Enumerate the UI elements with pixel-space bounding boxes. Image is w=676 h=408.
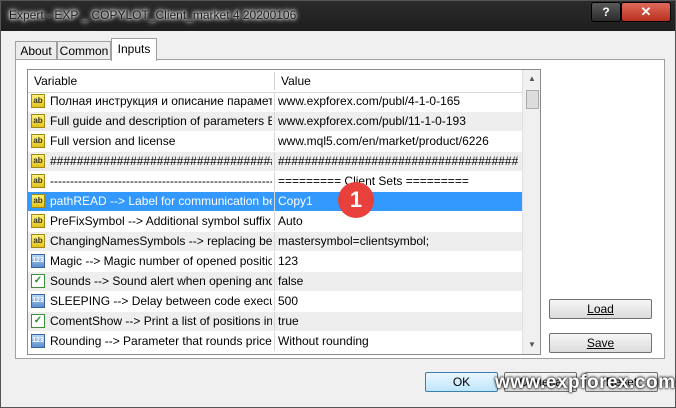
close-button[interactable]: ✕: [621, 2, 671, 22]
table-row[interactable]: 123 Magic --> Magic number of opened posi…: [28, 252, 522, 272]
cell-divider: [274, 272, 275, 291]
string-type-icon: ab: [31, 234, 45, 248]
string-type-icon: ab: [31, 134, 45, 148]
string-type-icon: ab: [31, 214, 45, 228]
cell-divider: [274, 92, 275, 111]
value-cell[interactable]: ######################################: [278, 152, 518, 171]
table-row[interactable]: ✓ Sounds --> Sound alert when opening and…: [28, 272, 522, 292]
column-header-value[interactable]: Value: [275, 70, 522, 92]
load-label: Load: [587, 302, 614, 316]
cell-divider: [274, 232, 275, 251]
variable-cell: PreFixSymbol --> Additional symbol suffi…: [50, 214, 271, 228]
vertical-scrollbar[interactable]: ▲ ▼: [522, 70, 540, 354]
cell-divider: [274, 312, 275, 331]
value-cell[interactable]: www.mql5.com/en/market/product/6226: [278, 132, 518, 151]
cell-divider: [274, 292, 275, 311]
value-cell[interactable]: ========= Client Sets =========: [278, 172, 518, 191]
tab-common[interactable]: Common: [57, 41, 111, 60]
table-row[interactable]: ab ChangingNamesSymbols --> replacing bet…: [28, 232, 522, 252]
string-type-icon: ab: [31, 194, 45, 208]
value-cell[interactable]: false: [278, 272, 518, 291]
grid-header: Variable Value: [28, 70, 522, 93]
tab-inputs[interactable]: Inputs: [111, 38, 157, 61]
annotation-marker: 1: [338, 182, 374, 218]
bool-type-icon: ✓: [31, 274, 45, 288]
variable-cell: Полная инструкция и описание параметров …: [50, 94, 272, 108]
variable-cell: Sounds --> Sound alert when opening and …: [50, 274, 272, 288]
value-cell[interactable]: www.expforex.com/publ/4-1-0-165: [278, 92, 518, 111]
cell-divider: [274, 152, 275, 171]
cell-divider: [274, 172, 275, 191]
table-row[interactable]: ✓ ComentShow --> Print a list of position…: [28, 312, 522, 332]
string-type-icon: ab: [31, 174, 45, 188]
grid-rows: ab Полная инструкция и описание параметро…: [28, 92, 522, 352]
number-type-icon: 123: [31, 254, 45, 268]
variable-cell: ChangingNamesSymbols --> replacing betwe…: [50, 234, 272, 248]
value-cell[interactable]: 500: [278, 292, 518, 311]
number-type-icon: 123: [31, 334, 45, 348]
load-button[interactable]: Load: [549, 299, 652, 319]
number-type-icon: 123: [31, 294, 45, 308]
table-row[interactable]: ab --------------------------------------…: [28, 172, 522, 192]
variable-cell: ########################################…: [50, 154, 272, 168]
value-cell[interactable]: www.expforex.com/publ/11-1-0-193: [278, 112, 518, 131]
cell-divider: [274, 212, 275, 231]
cell-divider: [274, 252, 275, 271]
variable-cell: Rounding --> Parameter that rounds price…: [50, 334, 272, 348]
column-header-variable[interactable]: Variable: [28, 70, 274, 92]
table-row[interactable]: 123 Rounding --> Parameter that rounds pr…: [28, 332, 522, 352]
variable-cell: Full version and license: [50, 134, 176, 148]
variable-cell: Magic --> Magic number of opened positio…: [50, 254, 272, 268]
tab-about[interactable]: About: [15, 41, 57, 60]
table-row[interactable]: ab ################################# #####…: [28, 152, 522, 172]
scroll-down-arrow-icon[interactable]: ▼: [523, 336, 540, 354]
cell-divider: [274, 192, 275, 211]
value-cell[interactable]: Copy1: [278, 192, 518, 211]
bool-type-icon: ✓: [31, 314, 45, 328]
string-type-icon: ab: [31, 94, 45, 108]
cell-divider: [274, 332, 275, 351]
variable-cell: SLEEPING --> Delay between code executio…: [50, 294, 272, 308]
table-row[interactable]: ab Full version and license www.mql5.com/e…: [28, 132, 522, 152]
table-row[interactable]: ab Полная инструкция и описание параметро…: [28, 92, 522, 112]
ok-button[interactable]: OK: [425, 372, 498, 392]
table-row[interactable]: ab Full guide and description of paramete…: [28, 112, 522, 132]
inputs-grid[interactable]: Variable Value ab Полная инструкция и опи…: [27, 69, 541, 355]
value-cell[interactable]: Auto: [278, 212, 518, 231]
expert-dialog: Expert - EXP _ COPYLOT_Client_market 4 2…: [0, 0, 676, 408]
variable-cell: Full guide and description of parameters…: [50, 114, 272, 128]
variable-cell: ComentShow --> Print a list of positions…: [50, 314, 272, 328]
table-row[interactable]: ab pathREAD --> Label for communication b…: [28, 192, 522, 212]
table-row[interactable]: ab PreFixSymbol --> Additional symbol suf…: [28, 212, 522, 232]
cell-divider: [274, 132, 275, 151]
scroll-thumb[interactable]: [526, 90, 539, 109]
window-title: Expert - EXP _ COPYLOT_Client_market 4 2…: [9, 8, 297, 22]
help-button[interactable]: ?: [591, 2, 621, 22]
variable-cell: ----------------------------------------…: [50, 174, 272, 188]
scroll-up-arrow-icon[interactable]: ▲: [523, 70, 540, 88]
cell-divider: [274, 112, 275, 131]
watermark: www.expforex.com: [495, 372, 676, 393]
table-row[interactable]: 123 SLEEPING --> Delay between code execu…: [28, 292, 522, 312]
variable-cell: pathREAD --> Label for communication bet…: [50, 194, 272, 208]
value-cell[interactable]: 123: [278, 252, 518, 271]
save-label: Save: [586, 336, 615, 350]
string-type-icon: ab: [31, 114, 45, 128]
string-type-icon: ab: [31, 154, 45, 168]
value-cell[interactable]: mastersymbol=clientsymbol;: [278, 232, 518, 251]
title-bar[interactable]: Expert - EXP _ COPYLOT_Client_market 4 2…: [1, 1, 675, 31]
value-cell[interactable]: Without rounding: [278, 332, 518, 351]
save-button[interactable]: Save: [549, 333, 652, 353]
value-cell[interactable]: true: [278, 312, 518, 331]
